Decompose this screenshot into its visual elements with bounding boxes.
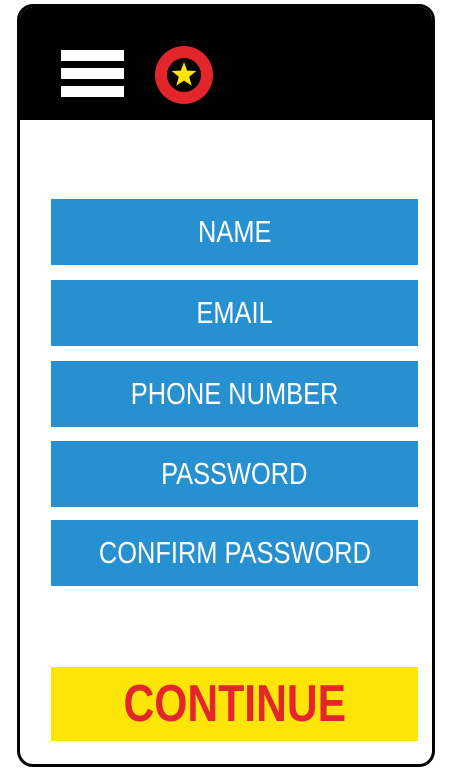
menu-line <box>61 68 124 79</box>
continue-button[interactable]: CONTINUE <box>51 667 418 741</box>
name-field-label: NAME <box>197 214 272 249</box>
email-field[interactable]: EMAIL <box>51 280 418 346</box>
name-field[interactable]: NAME <box>51 199 418 265</box>
confirm-password-field-label: CONFIRM PASSWORD <box>98 535 371 570</box>
phone-number-field[interactable]: PHONE NUMBER <box>51 361 418 427</box>
confirm-password-field[interactable]: CONFIRM PASSWORD <box>51 520 418 586</box>
hamburger-menu-icon[interactable] <box>61 50 124 97</box>
star-logo-icon[interactable] <box>154 45 214 105</box>
continue-button-label: CONTINUE <box>123 675 346 733</box>
password-field[interactable]: PASSWORD <box>51 441 418 507</box>
phone-frame: NAME EMAIL PHONE NUMBER PASSWORD CONFIRM… <box>17 4 435 767</box>
menu-line <box>61 86 124 97</box>
menu-line <box>61 50 124 61</box>
password-field-label: PASSWORD <box>161 456 308 491</box>
email-field-label: EMAIL <box>196 295 273 330</box>
phone-number-field-label: PHONE NUMBER <box>130 376 339 411</box>
top-bar <box>20 7 432 120</box>
